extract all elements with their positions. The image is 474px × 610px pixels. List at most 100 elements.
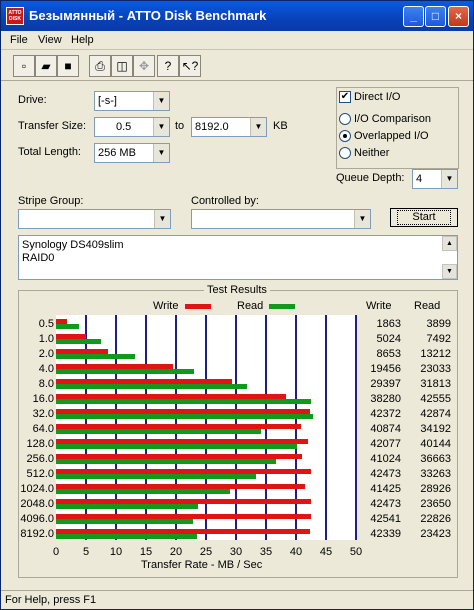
help-icon[interactable]: ? (157, 55, 179, 77)
open-folder-icon[interactable]: ▰ (35, 55, 57, 77)
io-comparison-radio[interactable] (339, 113, 351, 125)
read-value: 13212 (420, 348, 451, 360)
legend-write-label: Write (153, 300, 179, 312)
read-value: 23033 (420, 363, 451, 375)
transfer-to-select[interactable]: 8192.0 ▼ (191, 117, 267, 137)
x-tick-label: 40 (289, 546, 303, 558)
queue-depth-select[interactable]: 4 ▼ (412, 169, 458, 189)
chevron-down-icon[interactable]: ▼ (441, 170, 457, 188)
read-bar (56, 354, 136, 359)
x-tick-label: 15 (139, 546, 153, 558)
chevron-down-icon[interactable]: ▼ (153, 92, 169, 110)
gridline (355, 315, 357, 540)
legend-read-swatch (269, 304, 295, 309)
y-tick-label: 1024.0 (20, 483, 54, 495)
read-value: 33263 (420, 468, 451, 480)
total-length-label: Total Length: (18, 146, 81, 158)
stripe-group-select[interactable]: ▼ (18, 209, 171, 229)
app-icon: ATTO DISK (6, 7, 24, 25)
y-tick-label: 16.0 (32, 393, 54, 405)
queue-depth-value: 4 (416, 173, 423, 185)
neither-radio[interactable] (339, 147, 351, 159)
write-value: 42473 (370, 498, 401, 510)
chevron-down-icon[interactable]: ▼ (153, 118, 169, 136)
transfer-to-label: to (175, 120, 185, 132)
close-button[interactable]: × (448, 6, 469, 27)
transfer-unit: KB (273, 120, 288, 132)
y-tick-label: 4.0 (38, 363, 54, 375)
write-value: 38280 (370, 393, 401, 405)
read-bar (56, 474, 256, 479)
read-value: 40144 (420, 438, 451, 450)
write-value: 42339 (370, 528, 401, 540)
read-value: 42874 (420, 408, 451, 420)
results-plot (56, 315, 357, 540)
y-tick-label: 0.5 (38, 318, 54, 330)
menu-bar: File View Help (1, 31, 473, 50)
x-tick-label: 50 (349, 546, 363, 558)
read-bar (56, 444, 297, 449)
radio-selected-dot (343, 134, 347, 138)
context-help-icon[interactable]: ↖? (179, 55, 201, 77)
overlapped-io-label: Overlapped I/O (354, 130, 429, 142)
read-value: 23650 (420, 498, 451, 510)
y-tick-label: 64.0 (32, 423, 54, 435)
read-value: 31813 (420, 378, 451, 390)
read-bar (56, 339, 101, 344)
read-value: 22826 (420, 513, 451, 525)
maximize-button[interactable]: □ (425, 6, 446, 27)
minimize-button[interactable]: _ (403, 6, 424, 27)
transfer-from-value: 0.5 (116, 121, 132, 133)
transfer-to-value: 8192.0 (195, 121, 229, 133)
chevron-down-icon[interactable]: ▼ (250, 118, 266, 136)
start-label: Start (397, 210, 451, 225)
move-icon[interactable]: ✥ (133, 55, 155, 77)
io-mode-group: I/O Comparison Overlapped I/O Neither (336, 87, 459, 169)
window-title: Безымянный - ATTO Disk Benchmark (29, 8, 267, 23)
read-bar (56, 504, 198, 509)
chevron-down-icon[interactable]: ▼ (354, 210, 370, 228)
drive-select[interactable]: [-s-] ▼ (94, 91, 170, 111)
read-bar (56, 459, 276, 464)
title-bar[interactable]: ATTO DISK Безымянный - ATTO Disk Benchma… (1, 1, 473, 31)
menu-view[interactable]: View (38, 34, 62, 46)
overlapped-io-radio[interactable] (339, 130, 351, 142)
transfer-from-select[interactable]: 0.5 ▼ (94, 117, 170, 137)
y-tick-label: 32.0 (32, 408, 54, 420)
menu-help[interactable]: Help (71, 34, 94, 46)
controlled-by-select[interactable]: ▼ (191, 209, 371, 229)
y-tick-label: 8192.0 (20, 528, 54, 540)
scroll-up-icon[interactable]: ▲ (442, 236, 457, 251)
queue-depth-label: Queue Depth: (336, 172, 405, 184)
total-length-select[interactable]: 256 MB ▼ (94, 143, 170, 163)
write-value: 42372 (370, 408, 401, 420)
description-line: Synology DS409slim (22, 239, 124, 251)
print-preview-icon[interactable]: ◫ (111, 55, 133, 77)
y-tick-label: 128.0 (26, 438, 54, 450)
total-length-value: 256 MB (98, 147, 136, 159)
chevron-down-icon[interactable]: ▼ (153, 144, 169, 162)
write-value: 42473 (370, 468, 401, 480)
read-bar (56, 534, 197, 539)
read-bar (56, 399, 312, 404)
y-tick-label: 4096.0 (20, 513, 54, 525)
status-text: For Help, press F1 (5, 594, 97, 606)
save-icon[interactable]: ■ (57, 55, 79, 77)
read-bar (56, 414, 314, 419)
chevron-down-icon[interactable]: ▼ (154, 210, 170, 228)
drive-label: Drive: (18, 94, 47, 106)
menu-file[interactable]: File (10, 34, 28, 46)
print-icon[interactable]: ⎙ (89, 55, 111, 77)
x-tick-label: 25 (199, 546, 213, 558)
write-value: 42077 (370, 438, 401, 450)
description-textbox[interactable]: Synology DS409slim RAID0 ▲ ▼ (18, 235, 458, 280)
new-file-icon[interactable]: ▫ (13, 55, 35, 77)
x-axis-title: Transfer Rate - MB / Sec (141, 559, 263, 571)
col-write-header: Write (366, 300, 392, 312)
scroll-down-icon[interactable]: ▼ (442, 264, 457, 279)
read-value: 34192 (420, 423, 451, 435)
start-button[interactable]: Start (390, 208, 458, 227)
read-value: 36663 (420, 453, 451, 465)
write-value: 41425 (370, 483, 401, 495)
read-bar (56, 324, 80, 329)
